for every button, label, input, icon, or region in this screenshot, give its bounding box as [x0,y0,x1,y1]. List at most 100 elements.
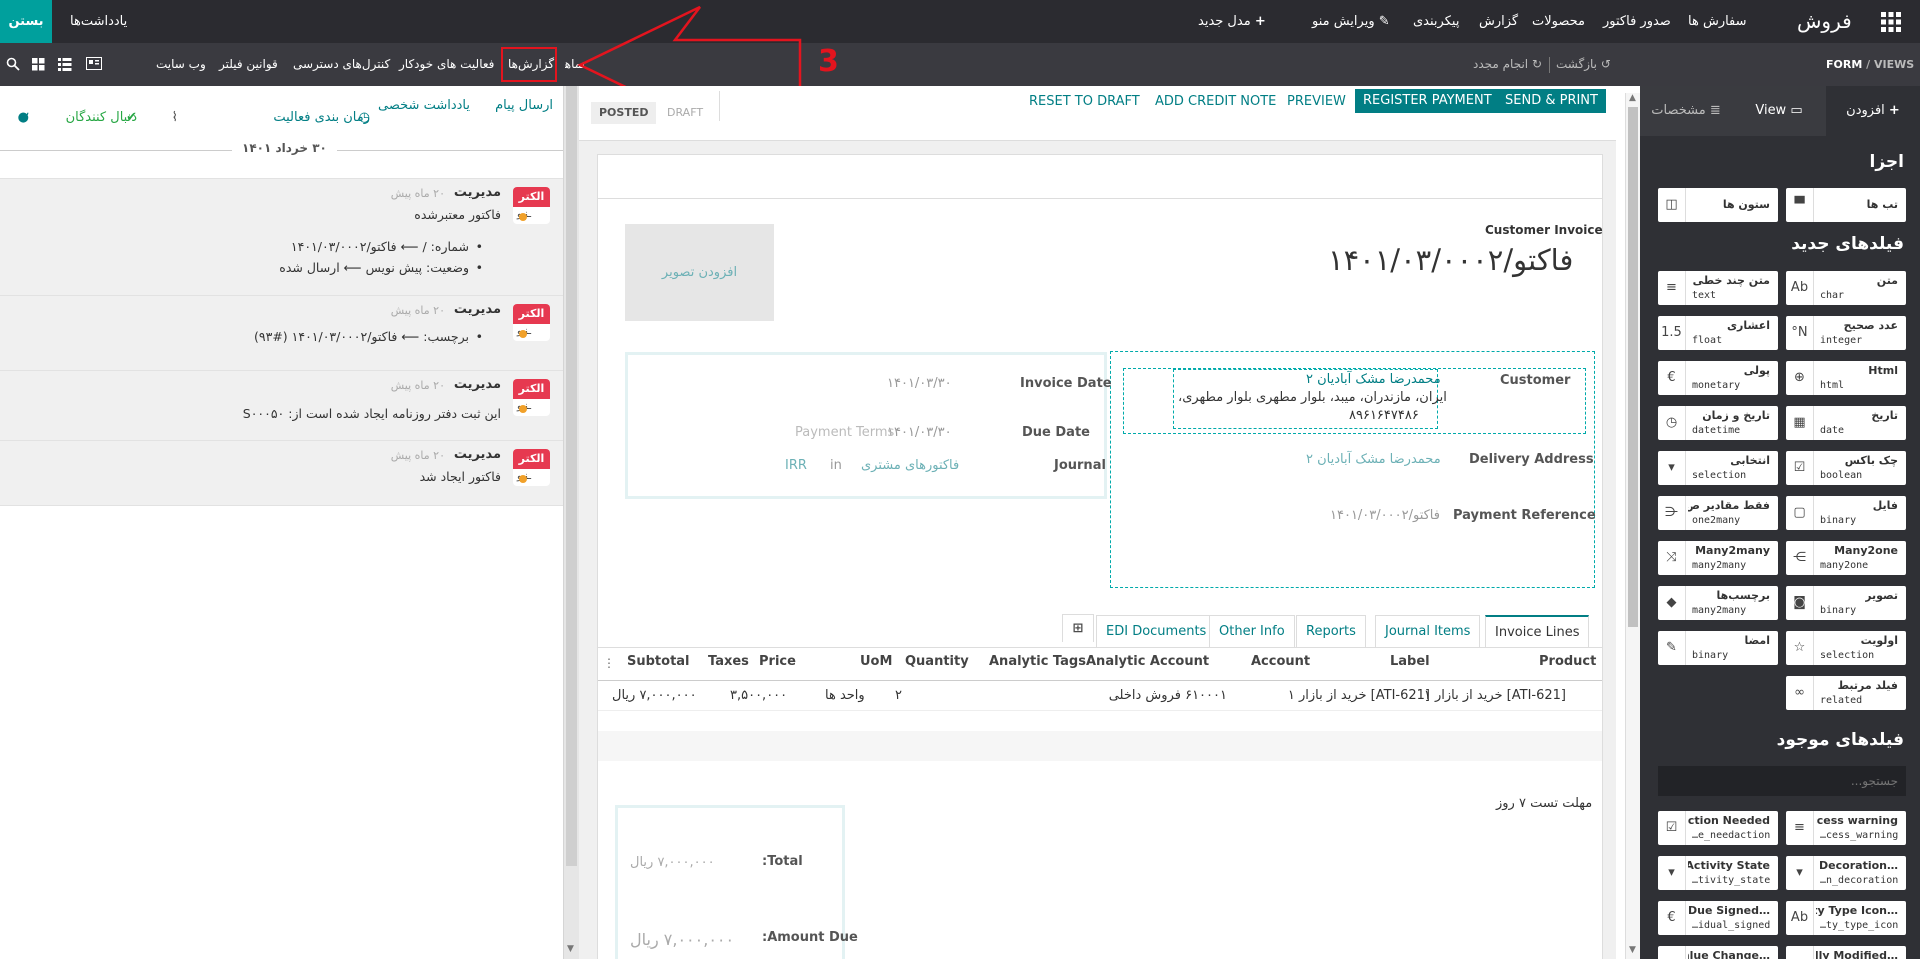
menu-products[interactable]: محصولات [1532,0,1585,43]
col-price[interactable]: Price [759,654,796,669]
field-card[interactable]: ⤨ Many2many many2many [1658,541,1778,575]
field-card[interactable]: Ab متن char [1786,271,1906,305]
field-card[interactable]: ▾ انتخابی selection [1658,451,1778,485]
field-card[interactable]: ◙ تصویر binary [1786,586,1906,620]
field-card[interactable]: ≡Access warning …cess_warning [1786,811,1906,845]
form-scroll-thumb[interactable] [1628,107,1638,627]
sidebar-tab-view[interactable]: ▭ View [1732,86,1826,136]
due-date-value[interactable]: ۱۴۰۱/۰۳/۳۰ [887,425,952,440]
field-card[interactable]: ☆ اولویت selection [1786,631,1906,665]
send-message-button[interactable]: ارسال پیام [495,98,553,113]
sidebar-tab-add[interactable]: + افزودن [1826,86,1920,136]
register-payment-button[interactable]: REGISTER PAYMENT [1355,89,1500,113]
chatter-scrollbar[interactable]: ▼ [563,86,579,959]
field-card[interactable]: ☑ Action Needed …e_needaction [1658,811,1778,845]
field-card[interactable]: Ab …ity Type Icon …ty_type_icon [1786,901,1906,935]
journal-currency[interactable]: IRR [785,458,807,473]
empty-row[interactable] [598,731,1602,761]
close-studio-button[interactable]: بستن [0,0,52,43]
tab-other-info[interactable]: Other Info [1209,615,1295,647]
column-options-icon[interactable]: ⋮ [603,656,615,670]
app-name[interactable]: فروش [1797,0,1852,43]
new-model-button[interactable]: + مدل جدید [1198,0,1266,43]
invoice-date-value[interactable]: ۱۴۰۱/۰۳/۳۰ [887,376,952,391]
tab-edi-documents[interactable]: EDI Documents [1096,615,1217,647]
col-subtotal[interactable]: Subtotal [627,654,690,669]
tab-access-controls[interactable]: کنترل‌های دسترسی [293,43,390,86]
preview-button[interactable]: PREVIEW [1287,94,1346,109]
field-card[interactable]: ☑ چک باکس boolean [1786,451,1906,485]
field-card[interactable]: N° عدد صحیح integer [1786,316,1906,350]
component-columns[interactable]: ◫ ستون ها [1658,188,1778,222]
menu-orders[interactable]: سفارش ها [1688,0,1747,43]
customer-name[interactable]: محمدرضا مشک آبادیان ۲ [1306,372,1441,387]
form-scroll-down-icon[interactable]: ▼ [1629,945,1636,955]
field-card[interactable]: ▦ تاریخ date [1786,406,1906,440]
field-card[interactable]: …ally Modified [1786,946,1906,959]
field-card[interactable]: ◆ برچسب‌ها many2many [1658,586,1778,620]
send-print-button[interactable]: SEND & PRINT [1497,89,1606,113]
form-scroll-up-icon[interactable]: ▲ [1629,93,1636,103]
status-draft[interactable]: DRAFT [659,102,711,124]
add-credit-note-button[interactable]: ADD CREDIT NOTE [1155,94,1276,109]
log-note-button[interactable]: یادداشت شخصی [378,98,470,113]
field-card[interactable]: 1.5 اعشاری float [1658,316,1778,350]
col-account[interactable]: Account [1251,654,1310,669]
add-image-placeholder[interactable]: افزودن تصویر [625,224,774,321]
breadcrumb-views[interactable]: VIEWS [1874,58,1914,71]
reset-to-draft-button[interactable]: RESET TO DRAFT [1029,94,1140,109]
field-card[interactable]: ▾ Activity State …tivity_state [1658,856,1778,890]
journal-value[interactable]: فاکتورهای مشتری [861,458,959,473]
delivery-address-value[interactable]: محمدرضا مشک آبادیان ۲ [1306,452,1441,467]
field-card[interactable]: ∞ فیلد مرتبط related [1786,676,1906,710]
field-card[interactable]: ▾…n Decoration …n_decoration [1786,856,1906,890]
scroll-thumb[interactable] [566,86,577,866]
tab-filter-rules[interactable]: قوانین فیلتر [219,43,278,86]
field-card[interactable]: ⋲فقط مقادیر ص... one2many [1658,496,1778,530]
field-card[interactable]: ✎ امضا binary [1658,631,1778,665]
field-card[interactable]: €…t Due Signed …idual_signed [1658,901,1778,935]
col-analytic-tags[interactable]: Analytic Tags [989,654,1086,669]
search-icon[interactable] [6,57,22,73]
tab-automated-actions[interactable]: فعالیت های خودکار [399,43,494,86]
col-taxes[interactable]: Taxes [708,654,749,669]
menu-invoicing[interactable]: صدور فاکتور [1603,0,1671,43]
scroll-down-icon[interactable]: ▼ [567,944,574,954]
sidebar-tab-properties[interactable]: ≣ مشخصات [1640,86,1732,136]
undo-button[interactable]: ↺ بازگشت [1556,43,1611,86]
form-view-icon[interactable] [86,57,102,71]
col-quantity[interactable]: Quantity [905,654,969,669]
component-tabs[interactable]: ▀ تب ها [1786,188,1906,222]
field-card[interactable]: ▢ فایل binary [1786,496,1906,530]
field-card[interactable]: € پولی monetary [1658,361,1778,395]
field-search-input[interactable] [1658,766,1906,796]
form-scrollbar[interactable]: ▲ ▼ [1625,93,1640,959]
menu-configuration[interactable]: پیکربندی [1413,0,1459,43]
redo-button[interactable]: ↻ انجام مجدد [1473,43,1542,86]
payment-terms-placeholder[interactable]: Payment Terms [795,425,894,440]
notes-button[interactable]: یادداشت‌ها [70,0,127,43]
col-product[interactable]: Product [1539,654,1596,669]
tab-website[interactable]: وب سایت [156,43,206,86]
apps-menu-icon[interactable] [1880,11,1902,33]
field-card[interactable]: …alue Change [1658,946,1778,959]
tab-journal-items[interactable]: Journal Items [1375,615,1481,647]
field-card[interactable]: ◷ تاریخ و زمان datetime [1658,406,1778,440]
notebook-add-tab[interactable]: ⊞ [1062,614,1094,642]
col-analytic-account[interactable]: Analytic Account [1086,654,1209,669]
payment-reference-value[interactable]: فاکتو/۱۴۰۱/۰۳/۰۰۰۲ [1330,508,1440,523]
col-label[interactable]: Label [1390,654,1430,669]
tab-reports[interactable]: Reports [1296,615,1366,647]
edit-menu-button[interactable]: ✎ ویرایش منو [1312,0,1390,43]
kanban-view-icon[interactable] [32,58,46,72]
table-row[interactable]: [ATI-621] خرید از بازار ۱ [ATI-621] خرید… [598,681,1602,711]
tab-invoice-lines[interactable]: Invoice Lines [1485,615,1590,647]
breadcrumb-form[interactable]: FORM [1826,58,1862,71]
status-posted[interactable]: POSTED [591,102,657,124]
field-card[interactable]: ⊕ Html html [1786,361,1906,395]
field-card[interactable]: ⋺ Many2one many2one [1786,541,1906,575]
field-card[interactable]: ≡ متن چند خطی text [1658,271,1778,305]
list-view-icon[interactable] [58,58,72,72]
menu-reporting[interactable]: گزارش [1479,0,1518,43]
col-uom[interactable]: UoM [860,654,892,669]
